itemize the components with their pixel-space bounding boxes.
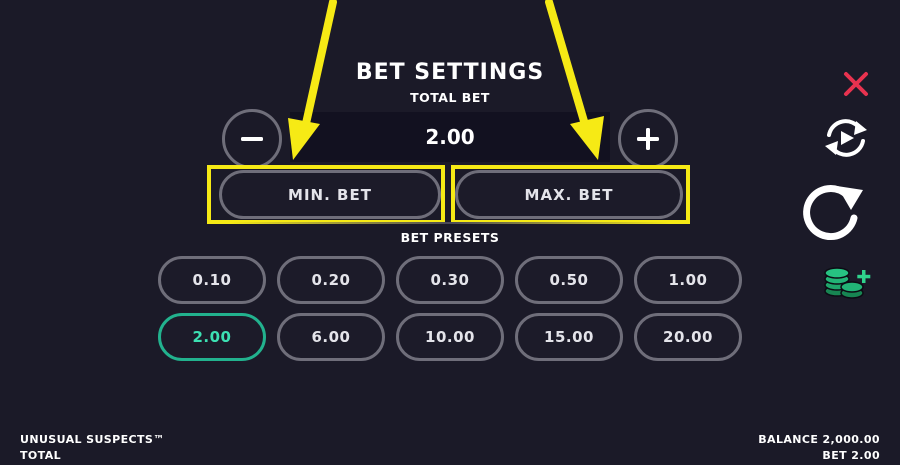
footer-right: BALANCE 2,000.00 BET 2.00: [758, 432, 880, 464]
preset-button[interactable]: 0.30: [396, 256, 504, 304]
preset-button[interactable]: 6.00: [277, 313, 385, 361]
increase-bet-button[interactable]: [618, 109, 678, 169]
plus-icon: [637, 128, 659, 150]
preset-value: 0.30: [430, 271, 470, 289]
preset-button-selected[interactable]: 2.00: [158, 313, 266, 361]
min-bet-label: MIN. BET: [288, 185, 372, 204]
close-icon: [844, 72, 868, 96]
preset-value: 0.20: [311, 271, 351, 289]
divider: [230, 222, 670, 224]
preset-value: 0.10: [192, 271, 232, 289]
min-bet-button[interactable]: MIN. BET: [219, 170, 441, 219]
footer-left: UNUSUAL SUSPECTS™ TOTAL: [20, 432, 165, 464]
decrease-bet-button[interactable]: [222, 109, 282, 169]
preset-value: 1.00: [668, 271, 708, 289]
preset-button[interactable]: 0.20: [277, 256, 385, 304]
bet-presets-label: BET PRESETS: [400, 230, 500, 245]
preset-value: 20.00: [663, 328, 713, 346]
preset-button[interactable]: 10.00: [396, 313, 504, 361]
game-name: UNUSUAL SUSPECTS™: [20, 433, 165, 446]
preset-button[interactable]: 1.00: [634, 256, 742, 304]
preset-button[interactable]: 15.00: [515, 313, 623, 361]
buy-coins-button[interactable]: [820, 262, 876, 302]
preset-value: 10.00: [425, 328, 475, 346]
page-title: BET SETTINGS: [355, 60, 545, 85]
autoplay-icon: [825, 119, 867, 157]
preset-button[interactable]: 0.10: [158, 256, 266, 304]
bet-display: BET 2.00: [822, 449, 880, 462]
preset-value: 15.00: [544, 328, 594, 346]
preset-value: 2.00: [192, 328, 232, 346]
close-button[interactable]: [838, 68, 874, 100]
total-label: TOTAL: [20, 449, 62, 462]
preset-value: 6.00: [311, 328, 351, 346]
buy-coins-icon: [824, 267, 871, 299]
balance-display: BALANCE 2,000.00: [758, 433, 880, 446]
autoplay-button[interactable]: [818, 116, 874, 160]
spin-button[interactable]: [796, 180, 868, 242]
preset-button[interactable]: 0.50: [515, 256, 623, 304]
total-bet-value: 2.00: [425, 125, 475, 149]
spin-icon: [803, 185, 863, 241]
max-bet-label: MAX. BET: [524, 185, 614, 204]
max-bet-button[interactable]: MAX. BET: [455, 170, 683, 219]
preset-button[interactable]: 20.00: [634, 313, 742, 361]
preset-value: 0.50: [549, 271, 589, 289]
minus-icon: [241, 137, 263, 141]
total-bet-label: TOTAL BET: [410, 90, 490, 105]
